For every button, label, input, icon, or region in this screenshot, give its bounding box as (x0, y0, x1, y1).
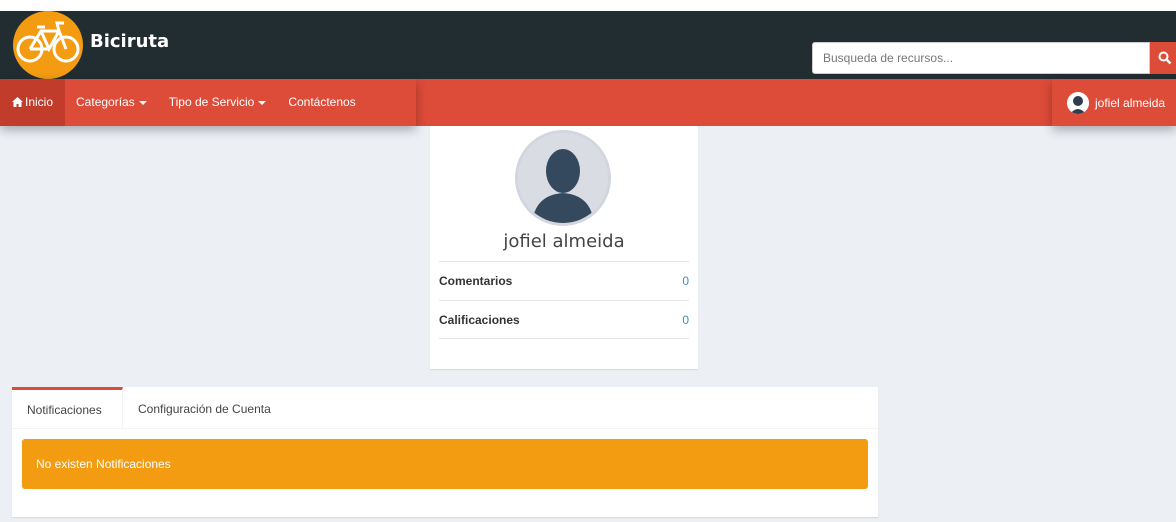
account-tabs: Notificaciones Configuración de Cuenta N… (12, 387, 878, 517)
nav-item-label: Inicio (25, 95, 54, 109)
nav-item-tipo-de-servicio[interactable]: Tipo de Servicio (158, 79, 278, 126)
nav-item-inicio[interactable]: Inicio (0, 79, 66, 126)
main-header: Biciruta Busqueda de recursos... (0, 11, 1176, 79)
caret-down-icon (258, 100, 267, 105)
search-button[interactable] (1150, 42, 1176, 74)
profile-card: jofiel almeida Comentarios 0 Calificacio… (430, 126, 698, 369)
window-top-strip (0, 0, 1176, 11)
stat-value: 0 (682, 274, 689, 288)
nav-item-label: Categorías (76, 95, 135, 109)
home-icon (12, 97, 23, 107)
caret-down-icon (138, 100, 147, 105)
search-icon (1158, 51, 1172, 65)
nav-menu: Inicio Categorías Tipo de Servicio Contá… (0, 79, 416, 126)
user-avatar-icon (1067, 91, 1089, 114)
nav-item-label: Tipo de Servicio (168, 95, 255, 109)
nav-item-label: Contáctenos (288, 95, 356, 109)
stat-row-comentarios[interactable]: Comentarios 0 (439, 261, 689, 300)
user-name: jofiel almeida (1095, 95, 1166, 110)
nav-item-categorias[interactable]: Categorías (65, 79, 158, 126)
profile-name: jofiel almeida (503, 231, 625, 252)
tab-notificaciones[interactable]: Notificaciones (12, 387, 123, 429)
bicycle-logo-icon[interactable] (13, 11, 83, 79)
user-menu[interactable]: jofiel almeida (1052, 79, 1176, 126)
stat-label: Comentarios (439, 274, 513, 288)
search-input[interactable]: Busqueda de recursos... (812, 42, 1150, 74)
profile-avatar-icon (515, 130, 611, 226)
stat-label: Calificaciones (439, 312, 520, 327)
nav-item-contactenos[interactable]: Contáctenos (277, 79, 366, 126)
stat-row-calificaciones[interactable]: Calificaciones 0 (439, 300, 689, 339)
stat-value: 0 (682, 312, 689, 327)
tab-configuracion-de-cuenta[interactable]: Configuración de Cuenta (123, 387, 286, 429)
tab-header: Notificaciones Configuración de Cuenta (12, 387, 878, 429)
navbar: Inicio Categorías Tipo de Servicio Contá… (0, 79, 1176, 126)
notifications-alert: No existen Notificaciones (22, 439, 868, 489)
brand-title[interactable]: Biciruta (90, 31, 169, 52)
